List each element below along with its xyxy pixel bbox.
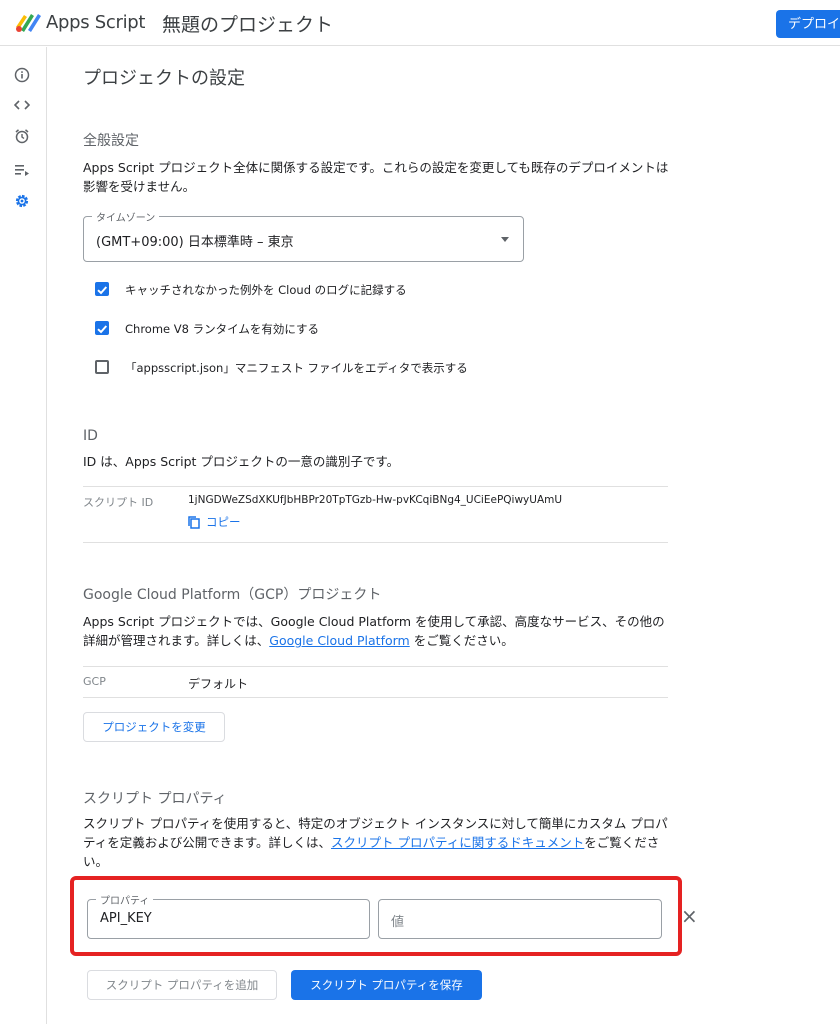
script-properties-description: スクリプト プロパティを使用すると、特定のオブジェクト インスタンスに対して簡単… [83,814,673,871]
apps-script-logo-icon [16,14,41,32]
copy-label: コピー [206,515,241,529]
add-property-button[interactable]: スクリプト プロパティを追加 [87,970,277,1000]
log-exceptions-label: キャッチされなかった例外を Cloud のログに記録する [125,283,407,297]
copy-button[interactable]: コピー [188,514,241,530]
save-properties-button[interactable]: スクリプト プロパティを保存 [291,970,482,1000]
code-icon[interactable] [12,95,32,115]
props-doc-link[interactable]: スクリプト プロパティに関するドキュメント [331,835,584,850]
ids-title: ID [83,428,98,444]
alarm-icon[interactable] [12,126,32,146]
property-value-input[interactable]: 値 [378,899,662,939]
gcp-title: Google Cloud Platform（GCP）プロジェクト [83,587,382,603]
timezone-select[interactable]: タイムゾーン (GMT+09:00) 日本標準時 – 東京 [83,209,524,262]
info-icon[interactable] [12,65,32,85]
check-icon [97,325,108,334]
gcp-label: GCP [83,675,106,688]
executions-icon[interactable] [12,160,32,180]
script-id-label: スクリプト ID [83,496,154,509]
property-key-input[interactable]: プロパティ API_KEY [87,892,370,939]
property-key-value: API_KEY [100,911,152,926]
divider [83,697,668,698]
general-settings-title: 全般設定 [83,133,139,149]
gcp-description: Apps Script プロジェクトでは、Google Cloud Platfo… [83,612,673,650]
divider [83,486,668,487]
deploy-button[interactable]: デプロイ [776,10,840,38]
copy-icon [188,515,200,529]
show-manifest-label: 「appsscript.json」マニフェスト ファイルをエディタで表示する [125,361,468,375]
show-manifest-checkbox[interactable] [95,360,109,374]
ids-description: ID は、Apps Script プロジェクトの一意の識別子です。 [83,454,400,469]
script-id-value: 1jNGDWeZSdXKUfJbHBPr20TpTGzb-Hw-pvKCqiBN… [188,494,563,506]
property-label: プロパティ [96,892,154,907]
project-name[interactable]: 無題のプロジェクト [162,10,333,37]
v8-runtime-checkbox[interactable] [95,321,109,335]
script-properties-title: スクリプト プロパティ [83,791,227,807]
value-placeholder: 値 [391,915,405,930]
dropdown-arrow-icon [501,237,509,242]
gcp-link[interactable]: Google Cloud Platform [269,633,409,648]
general-settings-description: Apps Script プロジェクト全体に関係する設定です。これらの設定を変更し… [83,160,669,194]
delete-property-icon[interactable]: × [681,906,698,926]
top-bar: Apps Script 無題のプロジェクト デプロイ [0,0,840,46]
divider [83,666,668,667]
timezone-value: (GMT+09:00) 日本標準時 – 東京 [96,235,294,250]
check-icon [97,286,108,295]
gear-icon[interactable] [12,191,32,211]
change-project-button[interactable]: プロジェクトを変更 [83,712,225,742]
gcp-description-suffix: をご覧ください。 [409,633,514,648]
app-name: Apps Script [46,12,146,33]
timezone-label: タイムゾーン [92,209,160,224]
divider [83,542,668,543]
log-exceptions-checkbox[interactable] [95,282,109,296]
v8-runtime-label: Chrome V8 ランタイムを有効にする [125,322,319,336]
gcp-value: デフォルト [188,677,249,691]
sidebar [0,47,47,1024]
page-title: プロジェクトの設定 [83,68,245,89]
